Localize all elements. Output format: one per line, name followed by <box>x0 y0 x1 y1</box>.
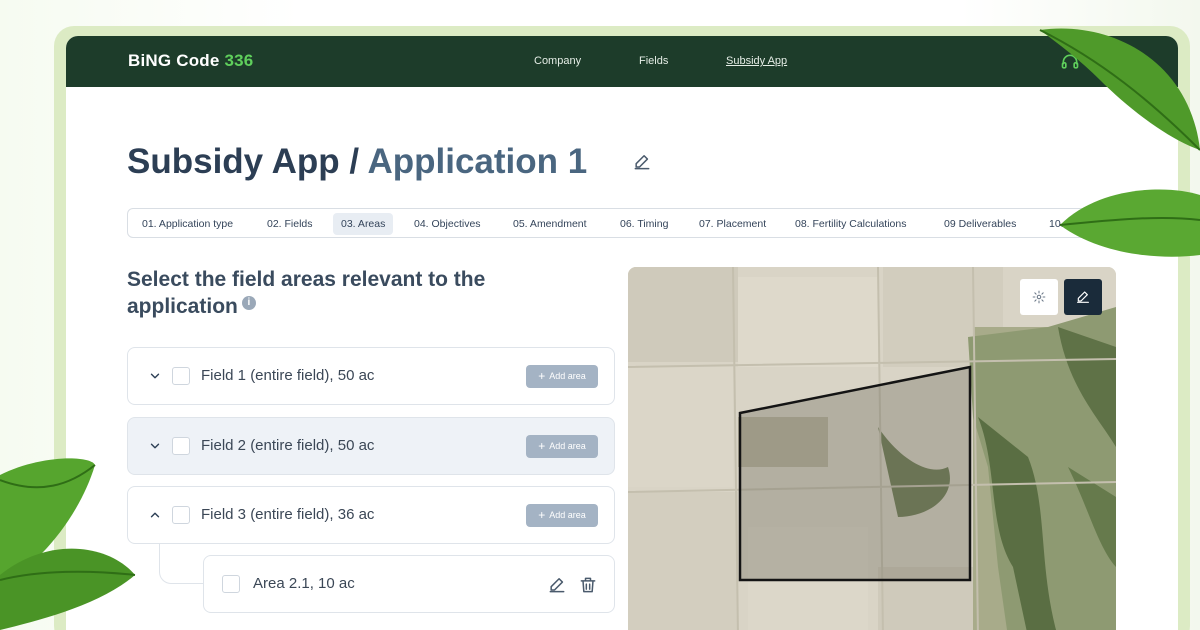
title-app: Subsidy App <box>127 142 340 181</box>
page-title: Subsidy App / Application 1 <box>127 142 587 182</box>
add-area-label: Add area <box>549 371 586 381</box>
area-label: Area 2.1, 10 ac <box>253 575 355 592</box>
nav-company[interactable]: Company <box>534 55 581 67</box>
section-title: Select the field areas relevant to the a… <box>127 266 567 320</box>
tab-timing[interactable]: 06. Timing <box>612 213 676 235</box>
field-row-1[interactable]: Field 1 (entire field), 50 ac + Add area <box>127 347 615 405</box>
leaf-decoration-right <box>1060 189 1200 257</box>
tab-placement[interactable]: 07. Placement <box>691 213 774 235</box>
nav-subsidy-app[interactable]: Subsidy App <box>726 55 787 67</box>
tab-amendment[interactable]: 05. Amendment <box>505 213 595 235</box>
field-row-2[interactable]: Field 2 (entire field), 50 ac + Add area <box>127 417 615 475</box>
brand-logo[interactable]: BiNG Code 336 <box>128 51 253 71</box>
field-2-checkbox[interactable] <box>172 437 190 455</box>
gear-icon <box>1032 290 1046 304</box>
field-1-label: Field 1 (entire field), 50 ac <box>201 367 375 384</box>
top-navbar: BiNG Code 336 Company Fields Subsidy App <box>66 36 1178 87</box>
area-checkbox[interactable] <box>222 575 240 593</box>
field-2-label: Field 2 (entire field), 50 ac <box>201 437 375 454</box>
tree-connector <box>159 544 205 584</box>
info-icon[interactable]: i <box>241 296 256 310</box>
chevron-up-icon[interactable] <box>148 508 162 522</box>
trash-icon[interactable] <box>578 575 598 595</box>
add-area-label: Add area <box>549 441 586 451</box>
plus-icon: + <box>538 508 546 522</box>
brand-name: BiNG Code <box>128 51 220 70</box>
tab-fertility-calculations[interactable]: 08. Fertility Calculations <box>787 213 914 235</box>
area-row[interactable]: Area 2.1, 10 ac <box>203 555 615 613</box>
field-1-checkbox[interactable] <box>172 367 190 385</box>
nav-fields[interactable]: Fields <box>639 55 668 67</box>
tab-objectives[interactable]: 04. Objectives <box>406 213 489 235</box>
plus-icon: + <box>538 369 546 383</box>
pencil-icon[interactable] <box>547 575 567 595</box>
leaf-decoration-left <box>0 458 136 630</box>
add-area-button[interactable]: + Add area <box>526 365 598 388</box>
tab-application-type[interactable]: 01. Application type <box>134 213 241 235</box>
app-window: BiNG Code 336 Company Fields Subsidy App… <box>66 36 1178 630</box>
brand-number: 336 <box>224 51 254 70</box>
add-area-button[interactable]: + Add area <box>526 435 598 458</box>
add-area-label: Add area <box>549 510 586 520</box>
map-imagery <box>628 267 1116 630</box>
tab-areas[interactable]: 03. Areas <box>333 213 394 235</box>
tab-deliverables[interactable]: 09 Deliverables <box>936 213 1024 235</box>
add-area-button[interactable]: + Add area <box>526 504 598 527</box>
field-row-3[interactable]: Field 3 (entire field), 36 ac + Add area <box>127 486 615 544</box>
chevron-down-icon[interactable] <box>148 439 162 453</box>
field-3-label: Field 3 (entire field), 36 ac <box>201 506 375 523</box>
chevron-down-icon[interactable] <box>148 369 162 383</box>
title-application: Application 1 <box>367 142 588 181</box>
title-separator: / <box>339 142 368 181</box>
map-settings-button[interactable] <box>1020 279 1058 315</box>
field-3-checkbox[interactable] <box>172 506 190 524</box>
pencil-icon[interactable] <box>632 152 652 172</box>
map-edit-button[interactable] <box>1064 279 1102 315</box>
tab-fields[interactable]: 02. Fields <box>259 213 321 235</box>
plus-icon: + <box>538 439 546 453</box>
pencil-icon <box>1077 291 1089 303</box>
section-title-text: Select the field areas relevant to the a… <box>127 268 486 318</box>
satellite-map[interactable] <box>628 267 1116 630</box>
